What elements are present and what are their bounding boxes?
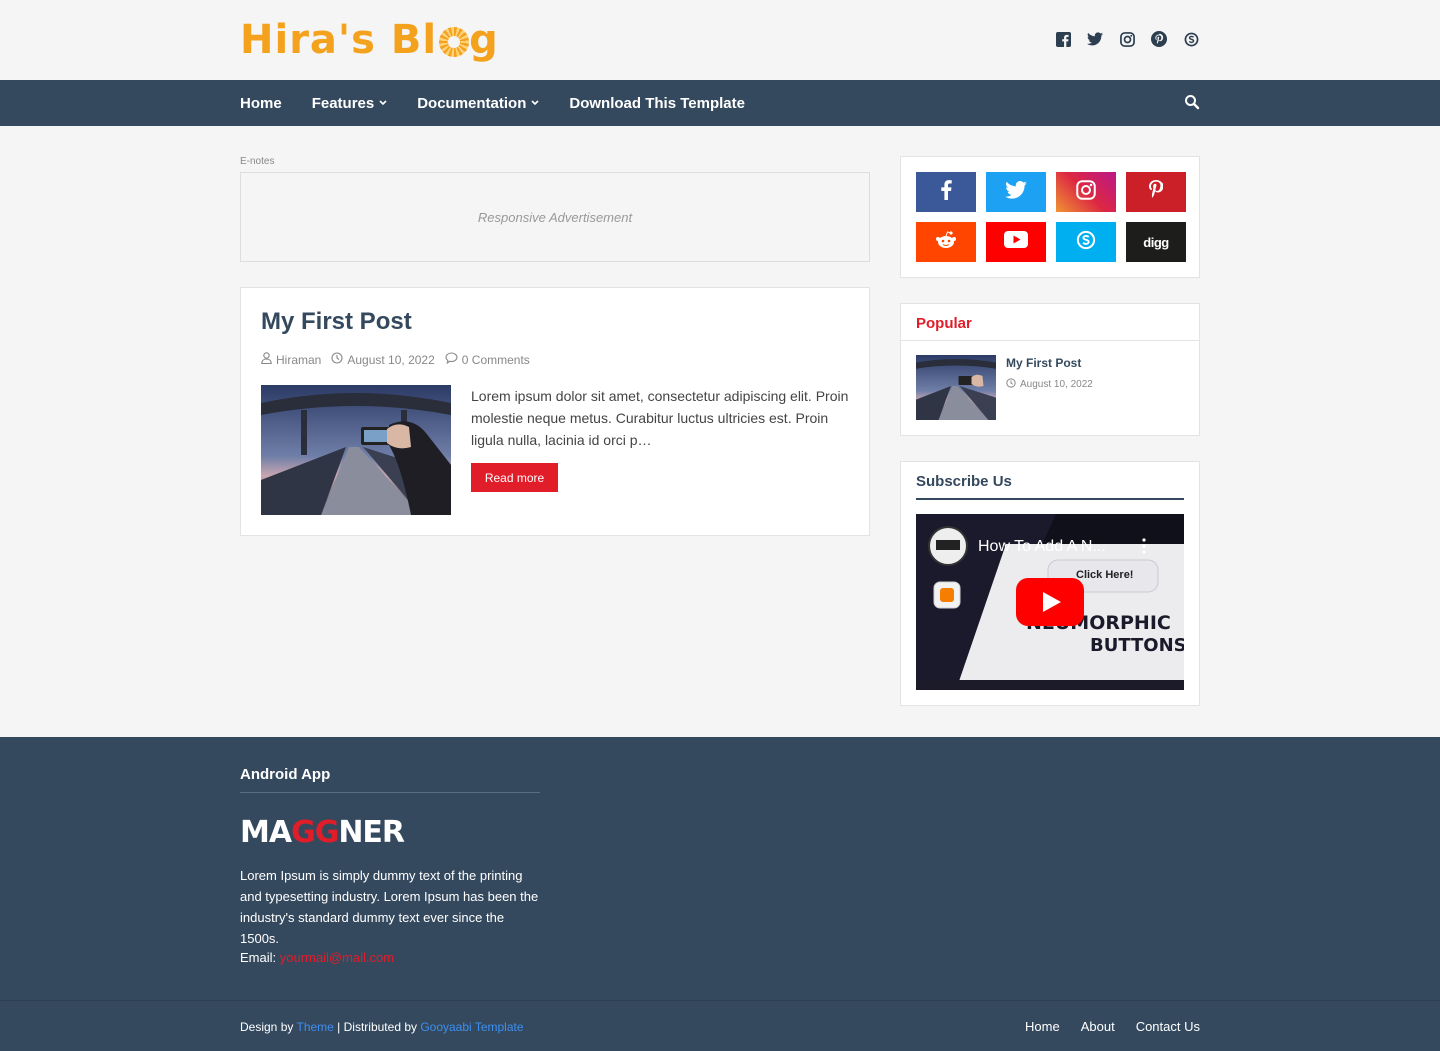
skype-button[interactable] [1056, 222, 1116, 262]
post-excerpt: Lorem ipsum dolor sit amet, consectetur … [471, 388, 849, 448]
video-click-text: Click Here! [1076, 569, 1134, 581]
play-button-icon[interactable] [1016, 578, 1084, 626]
logo-text: Hira's Bl [240, 17, 438, 63]
skype-icon [1076, 230, 1096, 255]
logo-part-accent: GG [291, 815, 339, 850]
clock-icon [331, 352, 343, 367]
post-thumbnail[interactable] [261, 385, 451, 515]
user-icon [261, 352, 272, 367]
post-comments[interactable]: 0 Comments [445, 352, 530, 367]
main-navbar: Home Features Documentation Download Thi… [0, 80, 1440, 126]
skype-icon[interactable] [1182, 30, 1200, 48]
channel-avatar[interactable] [928, 526, 968, 566]
popular-widget: Popular My First Post August 10, 2022 [900, 303, 1200, 436]
email-link[interactable]: yourmail@mail.com [280, 950, 394, 965]
popular-post-date: August 10, 2022 [1006, 378, 1093, 391]
search-icon[interactable] [1184, 94, 1200, 110]
comments-text: 0 Comments [461, 352, 530, 367]
reddit-icon [935, 230, 957, 254]
post-date: August 10, 2022 [331, 352, 435, 367]
pinterest-button[interactable] [1126, 172, 1186, 212]
footer-link-home[interactable]: Home [1025, 1019, 1060, 1034]
post-title[interactable]: My First Post [261, 308, 412, 336]
email-label: Email: [240, 950, 280, 965]
popular-thumbnail[interactable] [916, 355, 996, 420]
popular-post-title[interactable]: My First Post [1006, 356, 1081, 370]
widget-title: Popular [916, 315, 972, 332]
nav-item-documentation[interactable]: Documentation [417, 95, 539, 112]
video-title[interactable]: How To Add A N... [978, 538, 1106, 556]
nav-label: Home [240, 94, 282, 112]
digg-icon: digg [1143, 234, 1169, 250]
clock-icon [1006, 378, 1016, 391]
digg-button[interactable]: digg [1126, 222, 1186, 262]
logo-sun-icon [439, 27, 470, 57]
nav-label: Download This Template [569, 94, 745, 112]
instagram-icon[interactable] [1118, 30, 1136, 48]
post-card: My First Post Hiraman August 10, 2022 0 … [240, 287, 870, 536]
logo-part: MA [240, 815, 292, 850]
facebook-icon[interactable] [1054, 30, 1072, 48]
subscribe-widget: Subscribe Us How To Add A N... Click Her… [900, 461, 1200, 706]
nav-item-home[interactable]: Home [240, 95, 282, 112]
distributor-link[interactable]: Gooyaabi Template [420, 1020, 523, 1034]
logo-part: NER [338, 815, 405, 850]
divider [240, 792, 540, 793]
nav-item-features[interactable]: Features [312, 95, 388, 112]
main-nav: Home Features Documentation Download Thi… [240, 80, 745, 126]
footer-email: Email: yourmail@mail.com [240, 950, 394, 965]
social-widget: digg [900, 156, 1200, 278]
facebook-button[interactable] [916, 172, 976, 212]
nav-label: Documentation [417, 94, 527, 112]
post-author[interactable]: Hiraman [261, 352, 321, 367]
read-more-button[interactable]: Read more [471, 463, 558, 492]
logo-tail: g [469, 17, 499, 63]
footer-credit: Design by Theme | Distributed by Gooyaab… [240, 1020, 524, 1034]
theme-link[interactable]: Theme [296, 1020, 333, 1034]
credit-text: | Distributed by [333, 1020, 421, 1034]
advertisement-box[interactable]: Responsive Advertisement [240, 172, 870, 262]
footer: Android App MAGGNER Lorem Ipsum is simpl… [0, 737, 1440, 1051]
ad-label: E-notes [240, 156, 275, 167]
footer-links: Home About Contact Us [1025, 1019, 1200, 1034]
widget-title: Subscribe Us [916, 473, 1012, 490]
twitter-icon[interactable] [1086, 30, 1104, 48]
footer-link-about[interactable]: About [1081, 1019, 1115, 1034]
instagram-button[interactable] [1056, 172, 1116, 212]
footer-bottom-bar: Design by Theme | Distributed by Gooyaab… [0, 1000, 1440, 1051]
footer-logo[interactable]: MAGGNER [240, 815, 405, 850]
post-meta: Hiraman August 10, 2022 0 Comments [261, 352, 530, 367]
twitter-icon [1005, 180, 1027, 204]
chevron-down-icon [379, 98, 387, 109]
footer-description: Lorem Ipsum is simply dummy text of the … [240, 868, 539, 946]
comment-icon [445, 352, 458, 367]
site-logo[interactable]: Hira's Bl g [240, 17, 499, 63]
pinterest-icon [1149, 179, 1164, 205]
video-text-2: BUTTONS [1090, 635, 1184, 656]
instagram-icon [1076, 179, 1096, 205]
ad-text: Responsive Advertisement [477, 209, 633, 225]
date-text: August 10, 2022 [1020, 379, 1093, 390]
divider [916, 498, 1184, 500]
footer-title: Android App [240, 766, 331, 783]
footer-link-contact[interactable]: Contact Us [1136, 1019, 1200, 1034]
youtube-icon [1004, 231, 1028, 253]
top-header: Hira's Bl g [0, 0, 1440, 80]
more-vertical-icon[interactable] [1142, 538, 1146, 556]
chevron-down-icon [531, 98, 539, 109]
date-text: August 10, 2022 [347, 352, 435, 367]
author-name: Hiraman [276, 352, 322, 367]
youtube-embed[interactable]: How To Add A N... Click Here! NEUMORPHIC… [916, 514, 1184, 690]
divider [901, 340, 1199, 341]
credit-text: Design by [240, 1020, 297, 1034]
youtube-button[interactable] [986, 222, 1046, 262]
social-grid: digg [916, 172, 1186, 262]
facebook-icon [940, 179, 952, 205]
nav-item-download[interactable]: Download This Template [569, 95, 745, 112]
header-social-links [1054, 30, 1200, 48]
reddit-button[interactable] [916, 222, 976, 262]
twitter-button[interactable] [986, 172, 1046, 212]
nav-label: Features [311, 94, 375, 112]
pinterest-icon[interactable] [1150, 30, 1168, 48]
